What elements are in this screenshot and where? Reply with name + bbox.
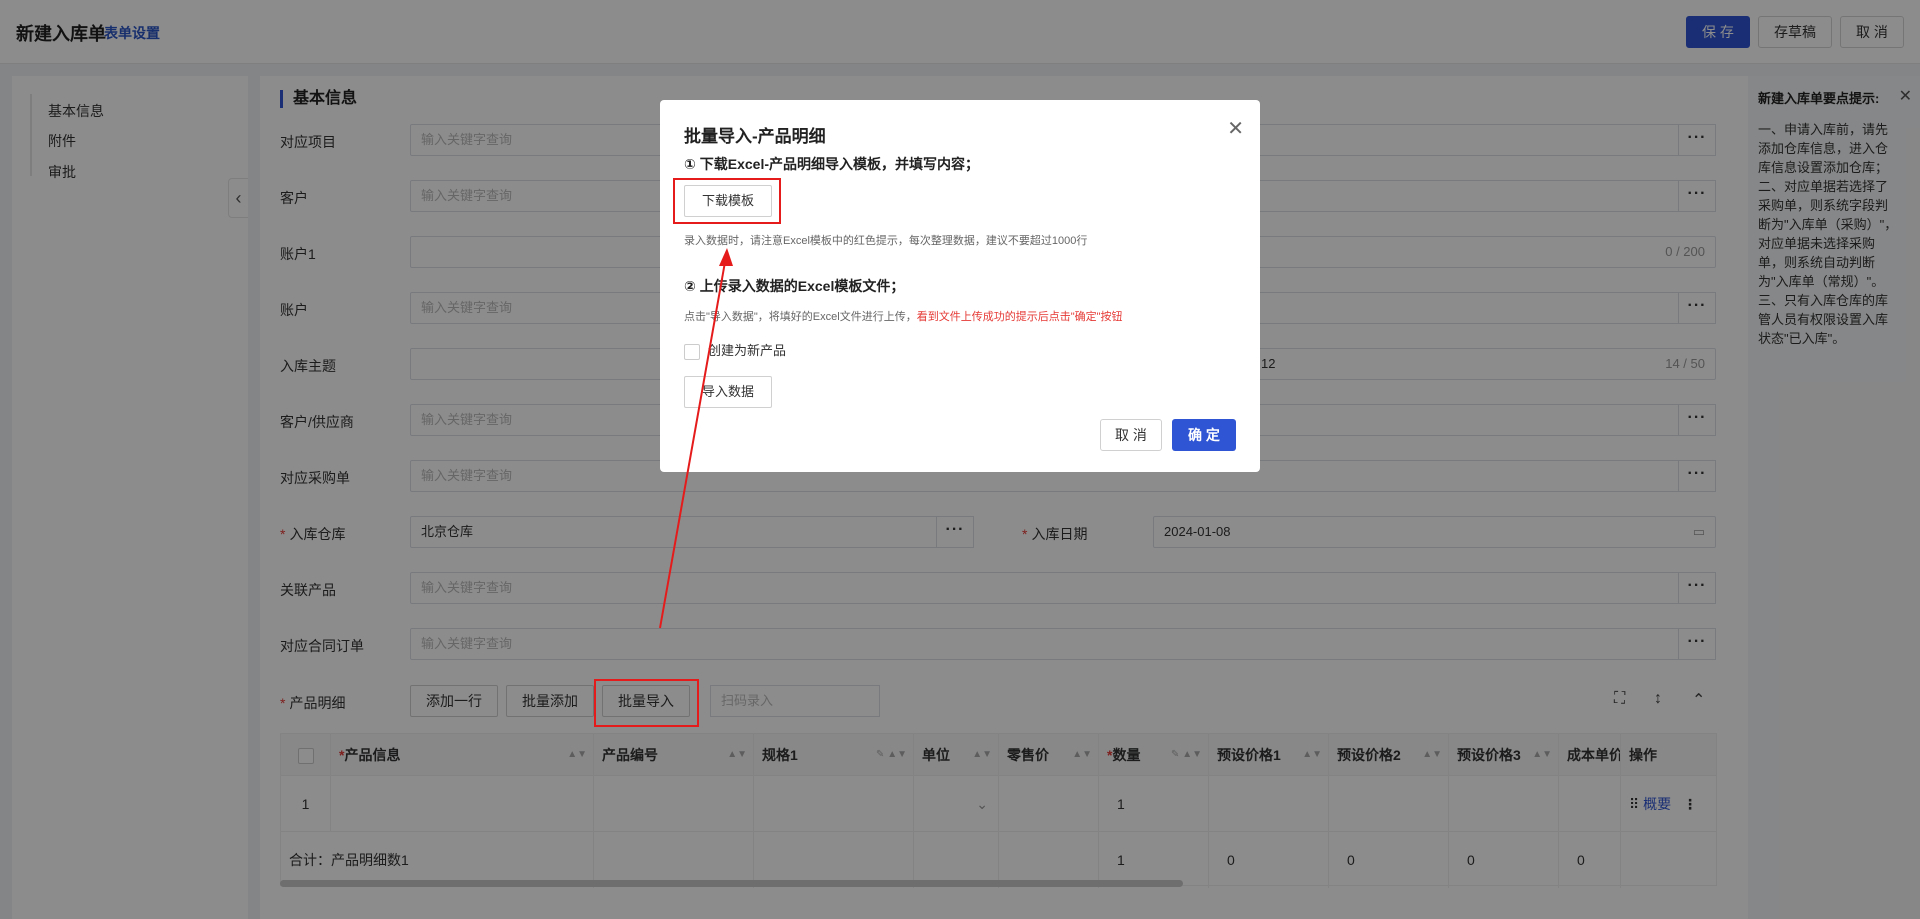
annotation-box-download <box>673 178 781 224</box>
close-icon[interactable]: ✕ <box>1227 116 1244 141</box>
step2-note: 点击"导入数据"，将填好的Excel文件进行上传，看到文件上传成功的提示后点击"… <box>684 311 1123 323</box>
dialog-cancel-button[interactable]: 取 消 <box>1100 419 1162 451</box>
annotation-box-batch-import <box>594 679 699 727</box>
dialog-title: 批量导入-产品明细 <box>684 127 826 146</box>
step2-text: ② 上传录入数据的Excel模板文件； <box>684 278 905 294</box>
step1-note: 录入数据时，请注意Excel模板中的红色提示，每次整理数据，建议不要超过1000… <box>684 235 1088 247</box>
batch-import-dialog: 批量导入-产品明细 ✕ ① 下载Excel-产品明细导入模板，并填写内容； 下载… <box>660 100 1260 472</box>
step1-text: ① 下载Excel-产品明细导入模板，并填写内容； <box>684 156 979 172</box>
create-new-product-checkbox[interactable]: 创建为新产品 <box>684 340 786 360</box>
dialog-confirm-button[interactable]: 确 定 <box>1172 419 1236 451</box>
checkbox[interactable] <box>684 343 700 360</box>
import-data-button[interactable]: 导入数据 <box>684 376 772 408</box>
